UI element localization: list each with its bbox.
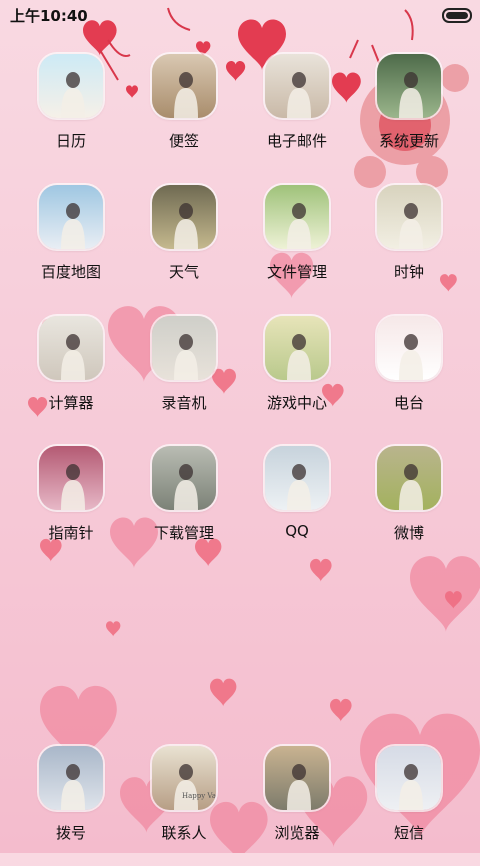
app-label: 电子邮件 [266, 132, 327, 150]
app-label: 天气 [168, 263, 199, 281]
app-label: 日历 [55, 132, 86, 150]
recorder-icon[interactable] [152, 316, 216, 380]
app-file-manager[interactable]: 文件管理 [249, 185, 345, 305]
app-label: 浏览器 [274, 824, 320, 842]
card-text: Happy Valen [182, 792, 216, 800]
app-contacts[interactable]: Happy Valen 联系人 [136, 746, 232, 866]
calculator-icon[interactable] [39, 316, 103, 380]
status-time: 上午10:40 [10, 7, 88, 25]
app-weather[interactable]: 天气 [136, 185, 232, 305]
weather-icon[interactable] [152, 185, 216, 249]
app-game-center[interactable]: 游戏中心 [249, 316, 345, 436]
app-calendar[interactable]: 日历 [23, 54, 119, 174]
system-update-icon[interactable] [377, 54, 441, 118]
app-system-update[interactable]: 系统更新 [361, 54, 457, 174]
app-label: 文件管理 [266, 263, 327, 281]
clock-icon[interactable] [377, 185, 441, 249]
download-manager-icon[interactable] [152, 446, 216, 510]
app-label: 指南针 [48, 524, 94, 542]
app-label: 系统更新 [378, 132, 439, 150]
app-dialer[interactable]: 拨号 [23, 746, 119, 866]
status-bar: 上午10:40 [0, 0, 480, 28]
app-download-manager[interactable]: 下载管理 [136, 446, 232, 566]
app-browser[interactable]: 浏览器 [249, 746, 345, 866]
app-clock[interactable]: 时钟 [361, 185, 457, 305]
app-label: 电台 [393, 394, 424, 412]
app-label: 短信 [393, 824, 424, 842]
app-weibo[interactable]: 微博 [361, 446, 457, 566]
notes-icon[interactable] [152, 54, 216, 118]
browser-icon[interactable] [265, 746, 329, 810]
app-label: 录音机 [161, 394, 207, 412]
calendar-icon[interactable] [39, 54, 103, 118]
app-qq[interactable]: QQ [249, 446, 345, 566]
app-label: 便签 [168, 132, 199, 150]
radio-icon[interactable] [377, 316, 441, 380]
qq-icon[interactable] [265, 446, 329, 510]
file-manager-icon[interactable] [265, 185, 329, 249]
app-calculator[interactable]: 计算器 [23, 316, 119, 436]
app-label: 时钟 [393, 263, 424, 281]
app-label: 计算器 [48, 394, 94, 412]
app-email[interactable]: 电子邮件 [249, 54, 345, 174]
app-label: QQ [285, 522, 309, 540]
compass-icon[interactable] [39, 446, 103, 510]
contacts-icon[interactable]: Happy Valen [152, 746, 216, 810]
app-label: 游戏中心 [266, 394, 327, 412]
game-center-icon[interactable] [265, 316, 329, 380]
app-label: 百度地图 [40, 263, 101, 281]
app-messages[interactable]: 短信 [361, 746, 457, 866]
app-notes[interactable]: 便签 [136, 54, 232, 174]
app-radio[interactable]: 电台 [361, 316, 457, 436]
baidu-map-icon[interactable] [39, 185, 103, 249]
messages-icon[interactable] [377, 746, 441, 810]
battery-icon [442, 8, 472, 23]
app-label: 拨号 [55, 824, 86, 842]
email-icon[interactable] [265, 54, 329, 118]
app-label: 下载管理 [153, 524, 214, 542]
dialer-icon[interactable] [39, 746, 103, 810]
app-label: 微博 [393, 524, 424, 542]
app-recorder[interactable]: 录音机 [136, 316, 232, 436]
app-label: 联系人 [161, 824, 207, 842]
weibo-icon[interactable] [377, 446, 441, 510]
app-compass[interactable]: 指南针 [23, 446, 119, 566]
app-baidu-map[interactable]: 百度地图 [23, 185, 119, 305]
